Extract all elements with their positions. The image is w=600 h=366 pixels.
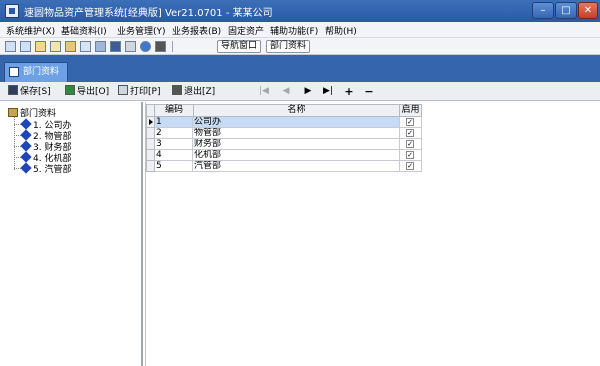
action-toolbar: 保存[S] 导出[O] 打印[P] 退出[Z] |◀ ◀ ▶ ▶| + − [0,82,600,101]
menu-basic-data[interactable]: 基础资料(I) [61,24,107,37]
menu-system[interactable]: 系统维护(X) [6,24,55,37]
folder-icon[interactable] [50,41,61,52]
first-record-button[interactable]: |◀ [258,85,270,98]
last-record-button[interactable]: ▶| [322,85,334,98]
printer-icon[interactable] [125,41,136,52]
help-icon[interactable] [140,41,151,52]
dept-node-icon [20,118,32,130]
prev-record-button[interactable]: ◀ [280,85,292,98]
cell-name[interactable]: 财务部 [193,139,400,150]
dept-info-button[interactable]: 部门资料 [266,40,311,53]
dept-grid: 编码 名称 启用 1 公司办 ✓ 2 物管部 ✓ 3 财务部 ✓ 4 化机部 ✓… [145,102,600,366]
cell-enabled[interactable]: ✓ [400,139,422,150]
title-bar: 速圆物品资产管理系统[经典版] Ver21.0701 - 某某公司 – □ ✕ [0,0,600,22]
exit-icon [172,85,182,95]
tab-dept-info[interactable]: 部门资料 [4,62,68,82]
cell-enabled[interactable]: ✓ [400,161,422,172]
cell-name[interactable]: 公司办 [193,117,400,128]
enabled-checkbox[interactable]: ✓ [406,129,414,137]
box-icon[interactable] [65,41,76,52]
cell-enabled[interactable]: ✓ [400,150,422,161]
cell-enabled[interactable]: ✓ [400,117,422,128]
minimize-button[interactable]: – [532,2,554,19]
maximize-button[interactable]: □ [555,2,577,19]
export-label: 导出[O] [77,87,110,97]
print-label: 打印[P] [130,87,161,97]
enabled-checkbox[interactable]: ✓ [406,151,414,159]
row-indicator [146,139,155,150]
cell-name[interactable]: 汽管部 [193,161,400,172]
icon-toolbar: 导航窗口 部门资料 [0,38,600,55]
cell-code[interactable]: 4 [155,150,193,161]
document-icon[interactable] [35,41,46,52]
tab-icon [9,67,19,77]
cell-code[interactable]: 5 [155,161,193,172]
enabled-checkbox[interactable]: ✓ [406,162,414,170]
menu-bar: 系统维护(X) 基础资料(I) 业务管理(Y) 业务报表(B) 固定资产 辅助功… [0,22,600,38]
export-icon [65,85,75,95]
add-record-button[interactable]: + [343,85,355,98]
menu-business[interactable]: 业务管理(Y) [117,24,166,37]
tab-label: 部门资料 [23,67,60,77]
window-title: 速圆物品资产管理系统[经典版] Ver21.0701 - 某某公司 [24,8,273,19]
cell-code[interactable]: 2 [155,128,193,139]
nav-window-button[interactable]: 导航窗口 [217,40,262,53]
cell-enabled[interactable]: ✓ [400,128,422,139]
cell-code[interactable]: 1 [155,117,193,128]
window-icon[interactable] [5,41,16,52]
row-indicator [146,150,155,161]
dept-tree: 部门资料 1. 公司办 2. 物管部 3. 财务部 4. 化机部 5. 汽管部 [0,102,143,366]
app-icon [5,4,19,18]
card-icon[interactable] [95,41,106,52]
enabled-checkbox[interactable]: ✓ [406,118,414,126]
save-icon [8,85,18,95]
list-icon[interactable] [20,41,31,52]
save-label: 保存[S] [20,87,51,97]
menu-fixed-assets[interactable]: 固定资产 [228,24,264,37]
print-button[interactable]: 打印[P] [118,85,160,98]
printer-icon [118,85,128,95]
row-indicator [146,128,155,139]
save-icon[interactable] [110,41,121,52]
col-enabled-header[interactable]: 启用 [399,104,422,117]
menu-reports[interactable]: 业务报表(B) [172,24,221,37]
dept-node-icon [20,140,32,152]
row-indicator [146,161,155,172]
close-button[interactable]: ✕ [578,2,598,19]
dept-node-icon [20,151,32,163]
cell-code[interactable]: 3 [155,139,193,150]
exit-icon[interactable] [155,41,166,52]
cell-name[interactable]: 化机部 [193,150,400,161]
tree-item[interactable]: 5. 汽管部 [14,162,71,175]
dept-node-icon [20,162,32,174]
grid-icon[interactable] [80,41,91,52]
home-icon [8,108,18,117]
tree-item-label: 5. 汽管部 [33,165,72,175]
dept-node-icon [20,129,32,141]
delete-record-button[interactable]: − [363,85,375,98]
exit-label: 退出[Z] [184,87,216,97]
module-tab-bar: 部门资料 [0,55,600,82]
toolbar-divider [172,41,173,52]
export-button[interactable]: 导出[O] [65,85,109,98]
menu-help[interactable]: 帮助(H) [325,24,357,37]
next-record-button[interactable]: ▶ [302,85,314,98]
current-row-indicator [146,117,155,128]
cell-name[interactable]: 物管部 [193,128,400,139]
col-name-header[interactable]: 名称 [193,104,400,117]
menu-tools[interactable]: 辅助功能(F) [270,24,318,37]
save-button[interactable]: 保存[S] [8,85,51,98]
enabled-checkbox[interactable]: ✓ [406,140,414,148]
col-code-header[interactable]: 编码 [154,104,194,117]
exit-button[interactable]: 退出[Z] [172,85,215,98]
